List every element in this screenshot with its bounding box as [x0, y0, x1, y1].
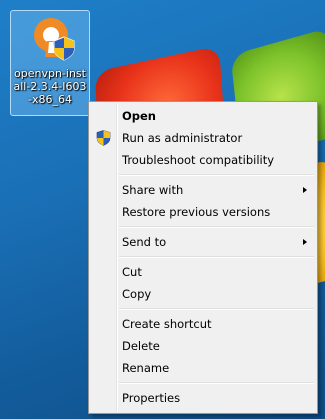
menu-item-label: Delete	[122, 339, 160, 353]
menu-separator	[89, 171, 317, 179]
menu-item-copy[interactable]: Copy	[89, 283, 317, 305]
uac-shield-icon	[96, 130, 111, 146]
menu-separator	[89, 305, 317, 313]
menu-item-label: Cut	[122, 265, 142, 279]
menu-item-cut[interactable]: Cut	[89, 261, 317, 283]
menu-item-label: Send to	[122, 235, 167, 249]
menu-item-create-shortcut[interactable]: Create shortcut	[89, 313, 317, 335]
menu-item-restore-previous-versions[interactable]: Restore previous versions	[89, 201, 317, 223]
menu-item-rename[interactable]: Rename	[89, 357, 317, 379]
menu-item-troubleshoot-compatibility[interactable]: Troubleshoot compatibility	[89, 149, 317, 171]
menu-separator	[89, 379, 317, 387]
menu-separator	[89, 253, 317, 261]
menu-item-label: Create shortcut	[122, 317, 212, 331]
submenu-arrow-icon	[303, 187, 307, 193]
menu-item-delete[interactable]: Delete	[89, 335, 317, 357]
menu-separator	[89, 223, 317, 231]
menu-item-label: Properties	[122, 391, 181, 405]
openvpn-installer-icon	[34, 18, 75, 61]
menu-item-label: Open	[122, 109, 156, 123]
menu-item-label: Troubleshoot compatibility	[122, 153, 275, 167]
menu-item-label: Rename	[122, 361, 170, 375]
menu-item-label: Restore previous versions	[122, 205, 271, 219]
menu-item-send-to[interactable]: Send to	[89, 231, 317, 253]
desktop-file-openvpn-installer[interactable]: openvpn-install-2.3.4-I603-x86_64	[10, 10, 90, 116]
menu-item-label: Share with	[122, 183, 184, 197]
menu-item-properties[interactable]: Properties	[89, 387, 317, 409]
context-menu: Open Run as administrator Troubleshoot c…	[88, 101, 318, 414]
submenu-arrow-icon	[303, 239, 307, 245]
menu-item-label: Run as administrator	[122, 131, 243, 145]
menu-item-label: Copy	[122, 287, 152, 301]
menu-item-run-as-administrator[interactable]: Run as administrator	[89, 127, 317, 149]
desktop-file-label: openvpn-install-2.3.4-I603-x86_64	[13, 67, 87, 106]
menu-item-share-with[interactable]: Share with	[89, 179, 317, 201]
menu-item-open[interactable]: Open	[89, 105, 317, 127]
